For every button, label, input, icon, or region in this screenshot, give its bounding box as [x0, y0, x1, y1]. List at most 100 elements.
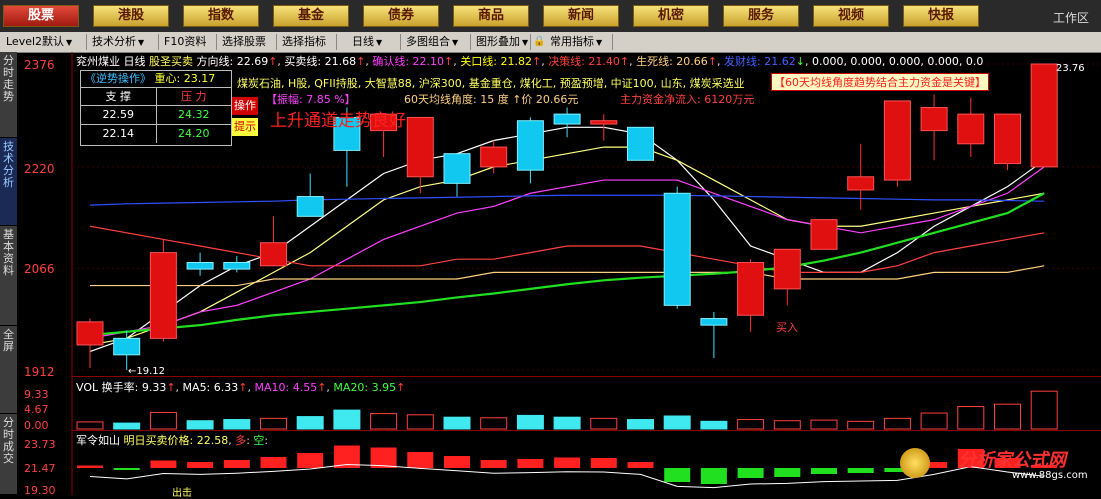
- army-bar: [700, 468, 727, 484]
- candle-body[interactable]: [443, 153, 471, 184]
- indicator-name: 股圣买卖: [149, 55, 193, 68]
- toolbar-period[interactable]: 日线 ▼: [352, 34, 382, 50]
- candle-body[interactable]: [627, 126, 654, 161]
- army-bar: [517, 459, 544, 468]
- toolbar-select-indicator[interactable]: 选择指标: [282, 34, 326, 50]
- candle-body[interactable]: [1030, 63, 1058, 168]
- volume-bar: [76, 421, 104, 430]
- indicator-line-label: 关口线: 21.82: [460, 55, 532, 68]
- candle-body[interactable]: [553, 113, 581, 125]
- volume-bar: [810, 419, 838, 430]
- candle-body[interactable]: [663, 192, 691, 306]
- lock-icon[interactable]: 🔒: [533, 34, 545, 50]
- candle-body[interactable]: [773, 248, 801, 290]
- table-row: 22.59 24.32: [81, 105, 231, 124]
- nav-button[interactable]: 新闻: [543, 5, 619, 27]
- toolbar-overlay[interactable]: 图形叠加 ▼: [476, 34, 528, 50]
- army-bar: [554, 457, 581, 468]
- pressure-header: 压 力: [181, 90, 207, 103]
- nav-button[interactable]: 港股: [93, 5, 169, 27]
- extra-values: 0.000, 0.000, 0.000, 0.000, 0.0: [811, 55, 984, 68]
- candle-body[interactable]: [847, 176, 875, 191]
- army-bar: [590, 458, 617, 468]
- volume-bar: [223, 419, 251, 430]
- sell-signal-label: 出击: [172, 488, 192, 499]
- volume-bar: [847, 420, 875, 430]
- candle-body[interactable]: [920, 107, 948, 132]
- trend-arrow: ↓: [795, 55, 805, 68]
- main-fund-label: 主力资金净流入: 6120万元: [620, 93, 755, 106]
- candle-body[interactable]: [590, 120, 618, 125]
- vol-y-label: 4.67: [24, 403, 49, 416]
- toolbar-multi-chart[interactable]: 多图组合 ▼: [406, 34, 458, 50]
- candle-body[interactable]: [994, 113, 1021, 165]
- volume-bar: [920, 412, 948, 430]
- candle-body[interactable]: [810, 219, 838, 250]
- candle-body[interactable]: [516, 120, 544, 171]
- volume-bar: [553, 416, 581, 430]
- nav-button[interactable]: 机密: [633, 5, 709, 27]
- chart-header: 兖州煤业 日线 股圣买卖 方向线: 22.69↑, 买卖线: 21.68↑, 确…: [76, 55, 984, 68]
- candle-body[interactable]: [480, 146, 508, 168]
- army-bar: [737, 468, 764, 478]
- candle-body[interactable]: [883, 100, 911, 181]
- candle-body[interactable]: [149, 252, 177, 339]
- nav-button[interactable]: 指数: [183, 5, 259, 27]
- workzone-label[interactable]: 工作区: [1053, 9, 1089, 26]
- operate-button[interactable]: 操作: [232, 97, 258, 115]
- army-bar: [444, 456, 470, 468]
- watermark-title: 分析家公式网: [958, 450, 1066, 471]
- nav-button[interactable]: 债券: [363, 5, 439, 27]
- toolbar-f10[interactable]: F10资料: [164, 34, 206, 50]
- pane-divider: [72, 376, 1101, 377]
- trend-arrow: ↑: [356, 55, 366, 68]
- indicator-line-label: 确认线: 22.10: [372, 55, 445, 68]
- indicator-line-label: 方向线: 22.69: [196, 55, 269, 68]
- nav-button[interactable]: 视频: [813, 5, 889, 27]
- army-bar: [260, 457, 287, 468]
- toolbar-common-indicators[interactable]: 常用指标 ▼: [550, 34, 602, 50]
- volume-bar: [883, 417, 911, 430]
- table-row: 22.14 24.20: [81, 124, 231, 143]
- candle-body[interactable]: [76, 321, 104, 346]
- candle-body[interactable]: [957, 113, 985, 145]
- pane-divider: [72, 430, 1101, 431]
- trend-arrow: ↑: [619, 55, 630, 68]
- notice-banner: 【60天均线角度趋势结合主力资金是关键】: [771, 73, 989, 91]
- nav-button[interactable]: 服务: [723, 5, 799, 27]
- indicator-line-label: 买卖线: 21.68: [284, 55, 357, 68]
- trend-comment: 上升通道走势良好: [270, 111, 406, 131]
- toolbar-level2[interactable]: Level2默认 ▼: [6, 34, 72, 50]
- high-price-label: 23.76: [1056, 63, 1085, 74]
- nav-button[interactable]: 基金: [273, 5, 349, 27]
- nav-button[interactable]: 快报: [903, 5, 979, 27]
- candle-body[interactable]: [113, 337, 141, 356]
- candle-body[interactable]: [223, 262, 251, 270]
- nav-button[interactable]: 股票: [3, 5, 79, 27]
- tip-button[interactable]: 提示: [232, 118, 258, 136]
- candle-body[interactable]: [700, 318, 728, 326]
- candle-body[interactable]: [296, 196, 324, 217]
- nav-button[interactable]: 商品: [453, 5, 529, 27]
- volume-bar: [370, 413, 398, 430]
- army-bar: [664, 468, 691, 482]
- volume-bar: [957, 406, 985, 430]
- candle-body[interactable]: [186, 262, 214, 270]
- army-bar: [627, 462, 654, 468]
- vol-y-label: 9.33: [24, 388, 49, 401]
- reversal-table: 《逆势操作》 重心: 23.17 支 撑 压 力 22.59 24.32 22.…: [80, 70, 232, 146]
- volume-bar: [443, 416, 471, 430]
- volume-bar: [480, 417, 508, 430]
- toolbar-select-stock[interactable]: 选择股票: [222, 34, 266, 50]
- toolbar-tech-analysis[interactable]: 技术分析 ▼: [92, 34, 144, 50]
- candle-body[interactable]: [260, 242, 287, 267]
- trend-arrow: ↑: [444, 55, 454, 68]
- army-y-label: 21.47: [24, 462, 56, 475]
- volume-bar: [627, 419, 654, 430]
- candle-body[interactable]: [737, 262, 765, 316]
- indicator-line-label: 生死线: 20.66: [636, 55, 708, 68]
- army-bar: [407, 452, 434, 468]
- support-header: 支 撑: [81, 88, 157, 105]
- candle-body[interactable]: [406, 116, 434, 178]
- volume-bar: [296, 416, 324, 430]
